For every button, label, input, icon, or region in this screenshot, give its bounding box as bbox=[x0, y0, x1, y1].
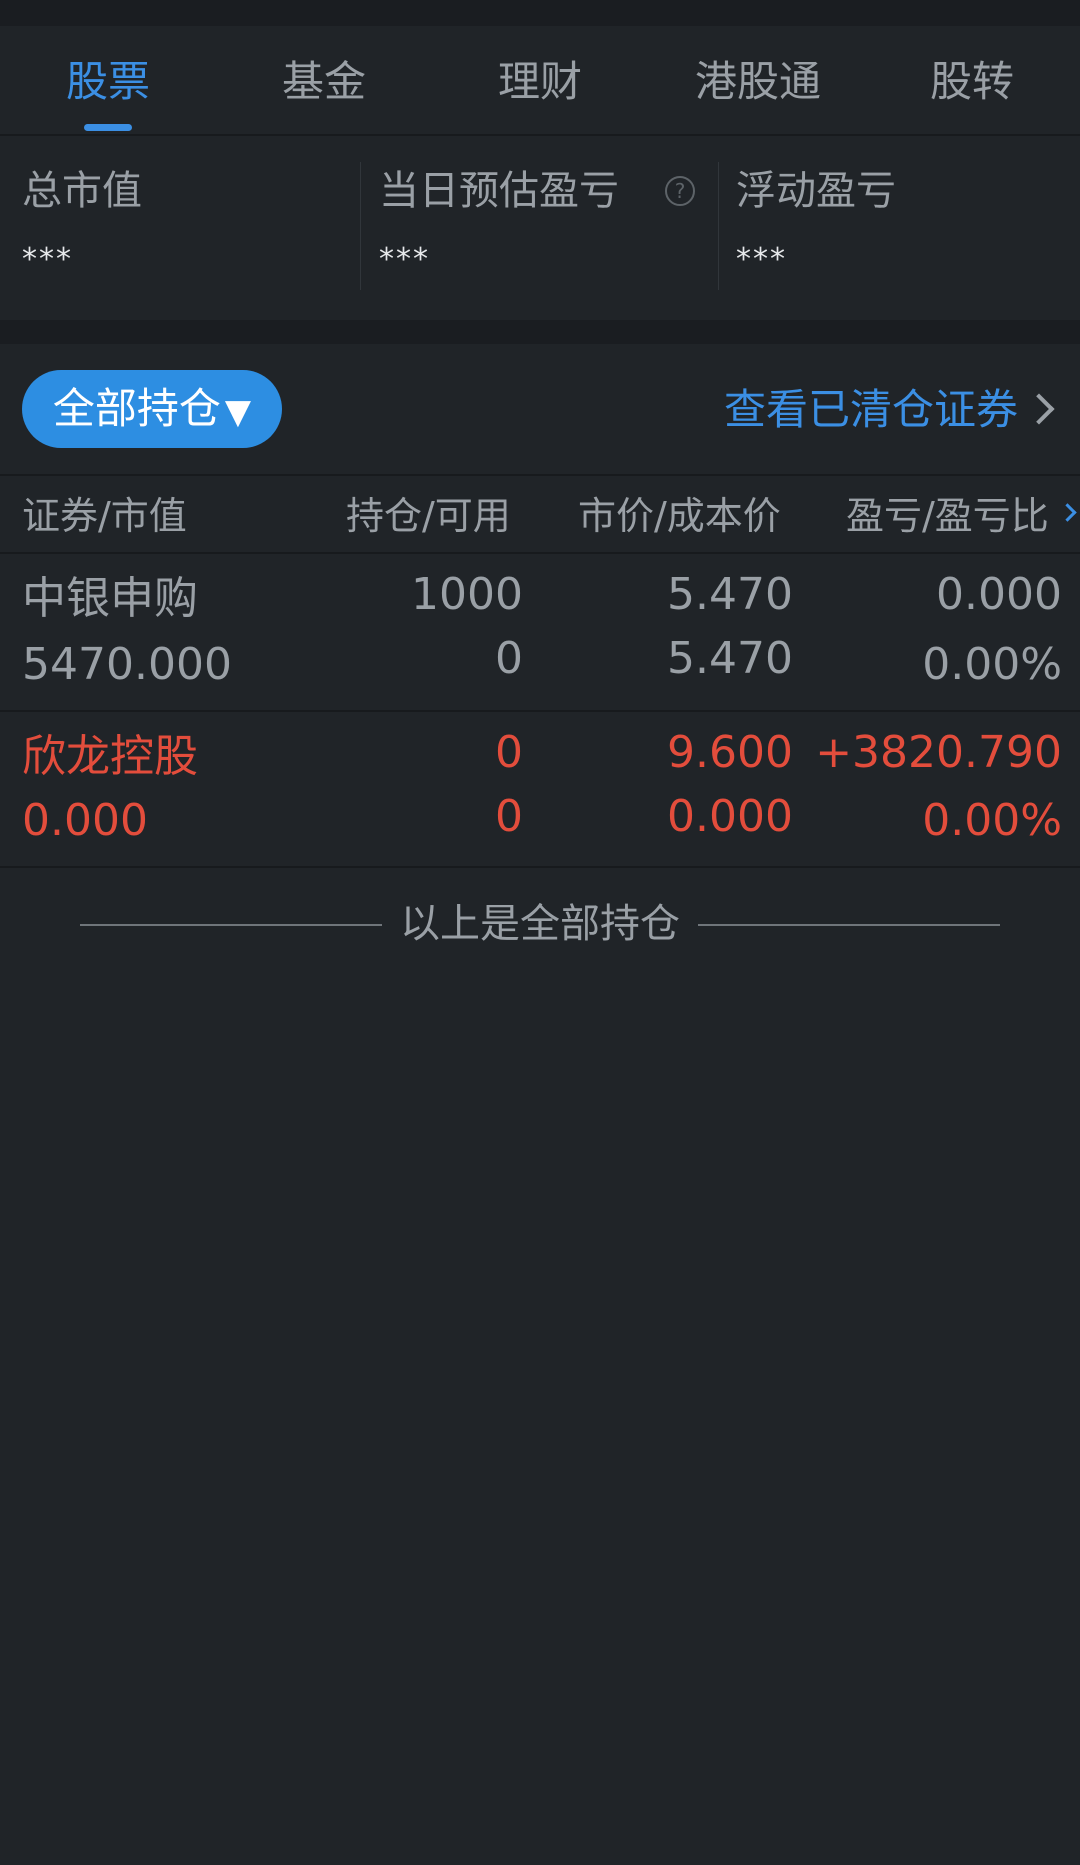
table-row[interactable]: 欣龙控股 0.000 0 0 9.600 0.000 +3820.790 0.0… bbox=[0, 710, 1080, 868]
column-header-price: 市价/成本价 bbox=[578, 494, 781, 538]
cost-price: 0.000 bbox=[667, 791, 793, 842]
market-price: 5.470 bbox=[667, 569, 793, 620]
security-name: 中银申购 bbox=[22, 573, 198, 624]
active-tab-indicator bbox=[84, 124, 132, 131]
tab-funds[interactable]: 基金 bbox=[268, 54, 380, 110]
available-qty: 0 bbox=[495, 633, 523, 684]
end-of-list-note: 以上是全部持仓 bbox=[0, 896, 1080, 952]
floating-pnl: *** bbox=[736, 242, 787, 277]
column-header-security: 证券/市值 bbox=[22, 494, 187, 538]
divider-line bbox=[698, 924, 1000, 926]
total-market-value-cell: 总市值 *** bbox=[0, 136, 356, 296]
account-summary: 总市值 *** 当日预估盈亏 *** ? 浮动盈亏 *** bbox=[0, 136, 1080, 320]
pnl-amount: +3820.790 bbox=[815, 727, 1062, 778]
pnl-amount: 0.000 bbox=[936, 569, 1062, 620]
asset-type-tabs: 股票 基金 理财 港股通 股转 bbox=[0, 26, 1080, 136]
daily-estimated-pnl-cell: 当日预估盈亏 *** ? bbox=[357, 136, 713, 296]
column-header-pnl[interactable]: 盈亏/盈亏比 bbox=[846, 494, 1049, 538]
total-market-value: *** bbox=[22, 242, 73, 277]
total-market-value-label: 总市值 bbox=[22, 168, 142, 214]
cost-price: 5.470 bbox=[667, 633, 793, 684]
security-name: 欣龙控股 bbox=[22, 731, 198, 782]
table-row[interactable]: 中银申购 5470.000 1000 0 5.470 5.470 0.000 0… bbox=[0, 554, 1080, 712]
all-positions-dropdown[interactable]: 全部持仓 ▼ bbox=[22, 370, 282, 448]
available-qty: 0 bbox=[495, 791, 523, 842]
pnl-ratio: 0.00% bbox=[922, 795, 1062, 846]
section-gap bbox=[0, 320, 1080, 344]
view-cleared-label: 查看已清仓证券 bbox=[723, 385, 1018, 434]
position-qty: 1000 bbox=[411, 569, 523, 620]
floating-pnl-cell: 浮动盈亏 *** bbox=[714, 136, 1070, 296]
daily-estimated-pnl: *** bbox=[379, 242, 430, 277]
view-cleared-securities-link[interactable]: 查看已清仓证券 bbox=[723, 380, 1055, 440]
tab-wealth-management[interactable]: 理财 bbox=[484, 54, 596, 110]
all-positions-label: 全部持仓 bbox=[52, 384, 221, 433]
tab-stocks[interactable]: 股票 bbox=[52, 54, 164, 110]
tab-hk-connect[interactable]: 港股通 bbox=[688, 54, 828, 110]
tab-share-transfer[interactable]: 股转 bbox=[916, 54, 1028, 110]
column-header-position: 持仓/可用 bbox=[346, 494, 511, 538]
scroll-right-icon[interactable] bbox=[1058, 503, 1077, 522]
positions-filter-bar: 全部持仓 ▼ 查看已清仓证券 bbox=[0, 344, 1080, 476]
positions-table-header: 证券/市值 持仓/可用 市价/成本价 盈亏/盈亏比 bbox=[0, 476, 1080, 554]
market-value: 5470.000 bbox=[22, 639, 232, 690]
market-value: 0.000 bbox=[22, 795, 148, 846]
market-price: 9.600 bbox=[667, 727, 793, 778]
chevron-right-icon bbox=[1023, 393, 1055, 425]
pnl-ratio: 0.00% bbox=[922, 639, 1062, 690]
floating-pnl-label: 浮动盈亏 bbox=[736, 168, 896, 214]
daily-estimated-pnl-label: 当日预估盈亏 bbox=[379, 168, 619, 214]
dropdown-triangle-icon: ▼ bbox=[224, 392, 252, 432]
help-icon[interactable]: ? bbox=[665, 176, 695, 206]
top-band bbox=[0, 0, 1080, 26]
position-qty: 0 bbox=[495, 727, 523, 778]
